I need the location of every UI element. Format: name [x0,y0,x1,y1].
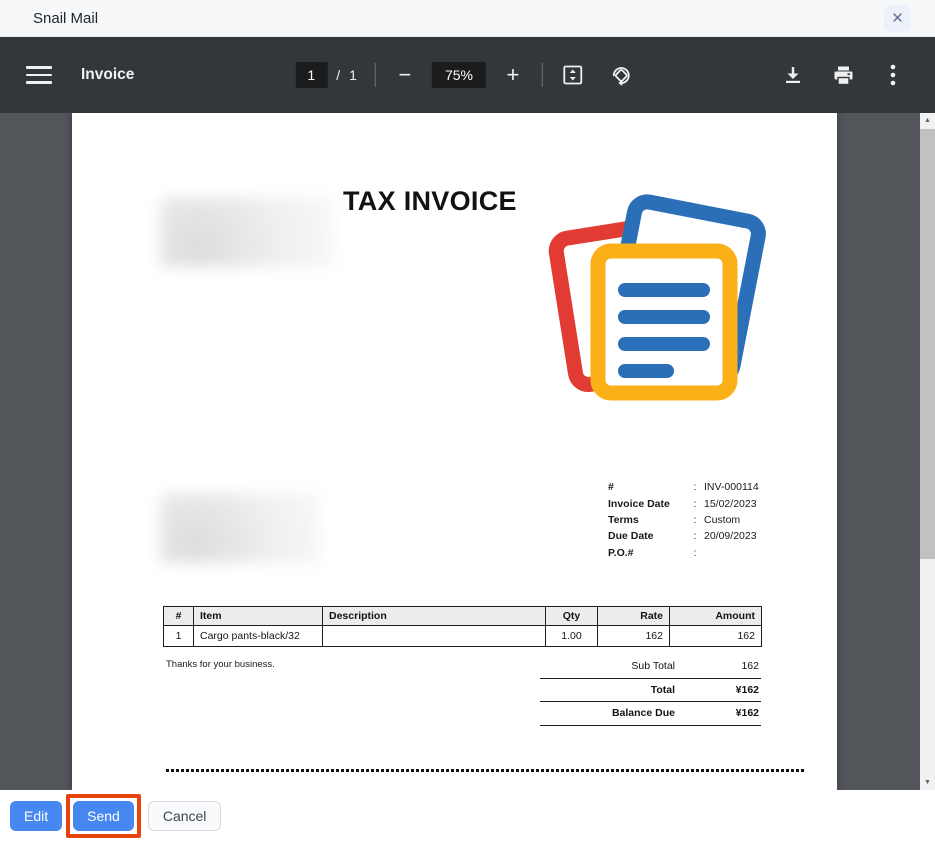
total-row: Total ¥162 [540,679,761,703]
invoice-page: TAX INVOICE # : INV-000114 Invoice Date [72,113,837,790]
meta-row: Invoice Date : 15/02/2023 [608,495,774,511]
total-pages: 1 [349,67,357,83]
subtotal-label: Sub Total [540,660,701,672]
invoice-po-number [704,545,774,561]
page-separator: / [336,67,340,83]
column-header: Amount [670,607,762,626]
total-value: ¥162 [701,684,761,696]
documents-logo-icon [543,193,767,407]
table-row: 1 Cargo pants-black/32 1.00 162 162 [164,626,762,647]
more-options-icon[interactable] [881,63,905,87]
toolbar-divider [542,63,543,87]
item-qty: 1.00 [546,626,598,647]
meta-row: Due Date : 20/09/2023 [608,528,774,544]
scrollbar-thumb[interactable] [920,129,935,559]
column-header: Rate [598,607,670,626]
toolbar-center-controls: / 1 − 75% + [295,37,633,113]
meta-label: P.O.# [608,545,686,561]
zoom-out-icon[interactable]: − [394,62,416,88]
item-number: 1 [164,626,194,647]
current-page-input[interactable] [295,62,327,88]
column-header: # [164,607,194,626]
meta-label: # [608,479,686,495]
rotate-icon[interactable] [609,63,633,87]
modal-titlebar: Snail Mail ✕ [0,0,935,37]
download-icon[interactable] [781,63,805,87]
scroll-up-icon[interactable]: ▲ [920,113,935,128]
toolbar-right-controls [781,37,905,113]
fit-to-page-icon[interactable] [561,63,585,87]
invoice-date: 15/02/2023 [704,495,774,511]
item-description [323,626,546,647]
send-button-highlight: Send [66,794,141,838]
redacted-customer-info [160,493,320,563]
meta-row: # : INV-000114 [608,479,774,495]
invoice-number: INV-000114 [704,479,774,495]
balance-due-row: Balance Due ¥162 [540,702,761,726]
modal-title: Snail Mail [33,10,98,27]
scroll-down-icon[interactable]: ▼ [920,775,935,790]
invoice-heading: TAX INVOICE [343,186,517,217]
redacted-company-info [160,197,333,267]
zoom-level[interactable]: 75% [432,62,486,88]
toolbar-divider [375,63,376,87]
subtotal-value: 162 [701,660,761,672]
item-name: Cargo pants-black/32 [194,626,323,647]
send-button[interactable]: Send [73,801,134,831]
invoice-terms: Custom [704,512,774,528]
zoom-in-icon[interactable]: + [502,62,524,88]
pdf-toolbar: Invoice / 1 − 75% + [0,37,935,113]
close-icon[interactable]: ✕ [884,5,911,32]
meta-label: Terms [608,512,686,528]
balance-due-label: Balance Due [540,707,701,719]
total-label: Total [540,684,701,696]
thank-you-note: Thanks for your business. [166,659,275,670]
meta-row: Terms : Custom [608,512,774,528]
print-icon[interactable] [831,63,855,87]
cancel-button[interactable]: Cancel [148,801,222,831]
pdf-viewer: TAX INVOICE # : INV-000114 Invoice Date [0,113,935,790]
column-header: Qty [546,607,598,626]
vertical-scrollbar[interactable]: ▲ ▼ [920,113,935,790]
menu-icon[interactable] [26,66,52,84]
document-title: Invoice [81,66,134,84]
action-footer: Edit Send Cancel [0,790,935,842]
table-header-row: # Item Description Qty Rate Amount [164,607,762,626]
meta-row: P.O.# : [608,545,774,561]
invoice-meta: # : INV-000114 Invoice Date : 15/02/2023… [608,479,774,561]
line-items-table: # Item Description Qty Rate Amount 1 Car… [163,606,762,647]
invoice-due-date: 20/09/2023 [704,528,774,544]
column-header: Item [194,607,323,626]
subtotal-row: Sub Total 162 [540,655,761,679]
item-rate: 162 [598,626,670,647]
balance-due-value: ¥162 [701,707,761,719]
item-amount: 162 [670,626,762,647]
meta-label: Due Date [608,528,686,544]
perforation-line [166,769,806,772]
edit-button[interactable]: Edit [10,801,62,831]
column-header: Description [323,607,546,626]
meta-label: Invoice Date [608,495,686,511]
totals-section: Sub Total 162 Total ¥162 Balance Due ¥16… [540,655,761,726]
